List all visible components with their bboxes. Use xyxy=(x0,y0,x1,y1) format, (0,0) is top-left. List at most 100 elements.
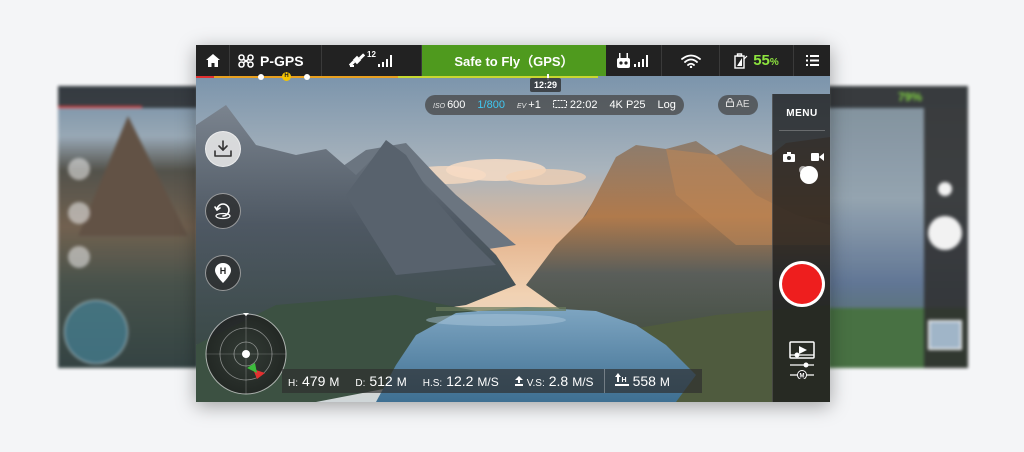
background-radar xyxy=(64,300,128,364)
remaining-time-value: 22:02 xyxy=(569,99,598,111)
telemetry-home-distance: H 558 M xyxy=(605,369,680,393)
telemetry-distance: D: 512 M xyxy=(349,369,416,393)
panel-divider xyxy=(779,130,825,131)
background-top-bar xyxy=(58,86,198,108)
home-distance-icon: H xyxy=(614,373,629,386)
camera-menu-button[interactable]: MENU xyxy=(773,108,830,119)
flight-mode[interactable]: P-GPS xyxy=(230,45,322,76)
drone-icon xyxy=(238,53,254,68)
camera-control-panel: MENU M xyxy=(772,94,830,402)
remote-controller-icon xyxy=(617,53,630,68)
svg-text:M: M xyxy=(800,374,805,380)
iso-label: ISO xyxy=(433,103,446,110)
vertical-speed-unit: M/S xyxy=(572,375,594,389)
lock-icon xyxy=(726,98,734,107)
home-point-icon: H xyxy=(215,263,231,283)
camera-parameters[interactable]: ISO 600 1/800 EV +1 22:02 4K P25 Log xyxy=(425,95,684,115)
flight-status[interactable]: Safe to Fly（GPS） xyxy=(422,45,606,76)
background-shutter-button xyxy=(928,216,962,250)
list-menu-icon xyxy=(805,55,819,66)
background-button xyxy=(68,246,90,268)
flight-time: 12:29 xyxy=(530,78,562,92)
record-button[interactable] xyxy=(779,261,825,307)
home-distance-unit: M xyxy=(659,375,670,389)
telemetry-vertical-speed: V.S: 2.8 M/S xyxy=(509,369,605,393)
status-bar: P-GPS 12 Safe to Fly（GPS） 55% xyxy=(196,45,830,76)
battery-level-marker xyxy=(304,74,310,80)
background-screen-right: 79% xyxy=(828,86,968,368)
background-button xyxy=(68,158,90,180)
gps-signal[interactable]: 12 xyxy=(322,45,422,76)
distance-label: D: xyxy=(355,378,366,389)
vertical-speed-label: V.S: xyxy=(526,378,545,389)
home-icon xyxy=(205,54,220,67)
background-toggle xyxy=(938,182,952,196)
video-icon[interactable] xyxy=(811,152,824,162)
distance-value: 512 xyxy=(369,373,393,389)
telemetry-horizontal-speed: H.S: 12.2 M/S xyxy=(417,369,509,393)
signal-bars-icon xyxy=(634,54,648,67)
battery-percent-value: 55 xyxy=(753,52,770,69)
battery-rth-segment xyxy=(398,76,598,78)
low-battery-marker xyxy=(258,74,264,80)
wifi-icon xyxy=(680,54,701,68)
sd-card-icon xyxy=(552,100,567,108)
auto-takeoff-button[interactable] xyxy=(205,131,241,167)
battery-percent-unit: % xyxy=(769,57,779,68)
return-home-marker: H xyxy=(282,72,291,81)
iso-value: 600 xyxy=(447,99,466,111)
flight-telemetry: H: 479 M D: 512 M H.S: 12.2 M/S V.S: 2.8… xyxy=(282,369,702,393)
flight-mode-label: P-GPS xyxy=(260,52,304,69)
satellite-icon xyxy=(349,53,366,67)
battery-icon xyxy=(734,52,748,69)
height-label: H: xyxy=(288,378,298,389)
svg-text:H: H xyxy=(220,266,227,276)
signal-bars-icon xyxy=(377,54,392,67)
battery-status[interactable]: 55% xyxy=(720,45,794,76)
background-top-bar: 79% xyxy=(828,86,968,108)
satellite-count: 12 xyxy=(367,50,376,59)
remaining-recording-time: 22:02 xyxy=(552,99,598,111)
exposure-compensation: EV +1 xyxy=(517,99,541,111)
video-link-signal[interactable] xyxy=(662,45,720,76)
photo-video-toggle[interactable] xyxy=(800,166,818,184)
return-home-icon xyxy=(214,203,231,220)
shutter-speed: 1/800 xyxy=(477,99,505,111)
distance-unit: M xyxy=(396,375,407,389)
ev-label: EV xyxy=(516,103,527,110)
attitude-radar[interactable] xyxy=(205,313,287,395)
background-screen-left xyxy=(58,86,198,368)
remote-controller-signal[interactable] xyxy=(606,45,662,76)
vertical-speed-value: 2.8 xyxy=(548,373,569,389)
ae-label: AE xyxy=(736,99,750,110)
photo-icon[interactable] xyxy=(783,152,795,162)
color-profile: Log xyxy=(657,99,676,111)
home-button[interactable] xyxy=(196,45,230,76)
camera-settings-icon[interactable]: M xyxy=(789,351,815,379)
horizontal-speed-value: 12.2 xyxy=(446,373,474,389)
ev-value: +1 xyxy=(528,99,541,111)
return-to-home-button[interactable] xyxy=(205,193,241,229)
settings-menu-button[interactable] xyxy=(794,45,830,76)
vertical-speed-icon xyxy=(514,376,523,386)
camera-view: P-GPS 12 Safe to Fly（GPS） 55% H 12:29 IS… xyxy=(196,45,830,402)
height-value: 479 xyxy=(302,373,326,389)
horizontal-speed-unit: M/S xyxy=(477,375,499,389)
takeoff-icon xyxy=(214,140,232,157)
background-thumbnail xyxy=(928,320,962,350)
battery-critical-segment xyxy=(196,76,214,78)
home-point-button[interactable]: H xyxy=(205,255,241,291)
height-unit: M xyxy=(329,375,340,389)
background-battery-percent: 79% xyxy=(898,90,923,104)
video-resolution: 4K P25 xyxy=(609,99,646,111)
battery-time-bar: H xyxy=(196,72,830,81)
iso-setting: ISO 600 xyxy=(433,99,465,111)
svg-text:H: H xyxy=(621,377,626,384)
horizontal-speed-label: H.S: xyxy=(422,378,443,389)
auto-exposure-lock[interactable]: AE xyxy=(718,95,758,115)
home-distance-value: 558 xyxy=(632,373,656,389)
background-mountain xyxy=(78,116,188,236)
background-button xyxy=(68,202,90,224)
telemetry-height: H: 479 M xyxy=(282,369,349,393)
battery-percent: 55% xyxy=(753,52,779,69)
